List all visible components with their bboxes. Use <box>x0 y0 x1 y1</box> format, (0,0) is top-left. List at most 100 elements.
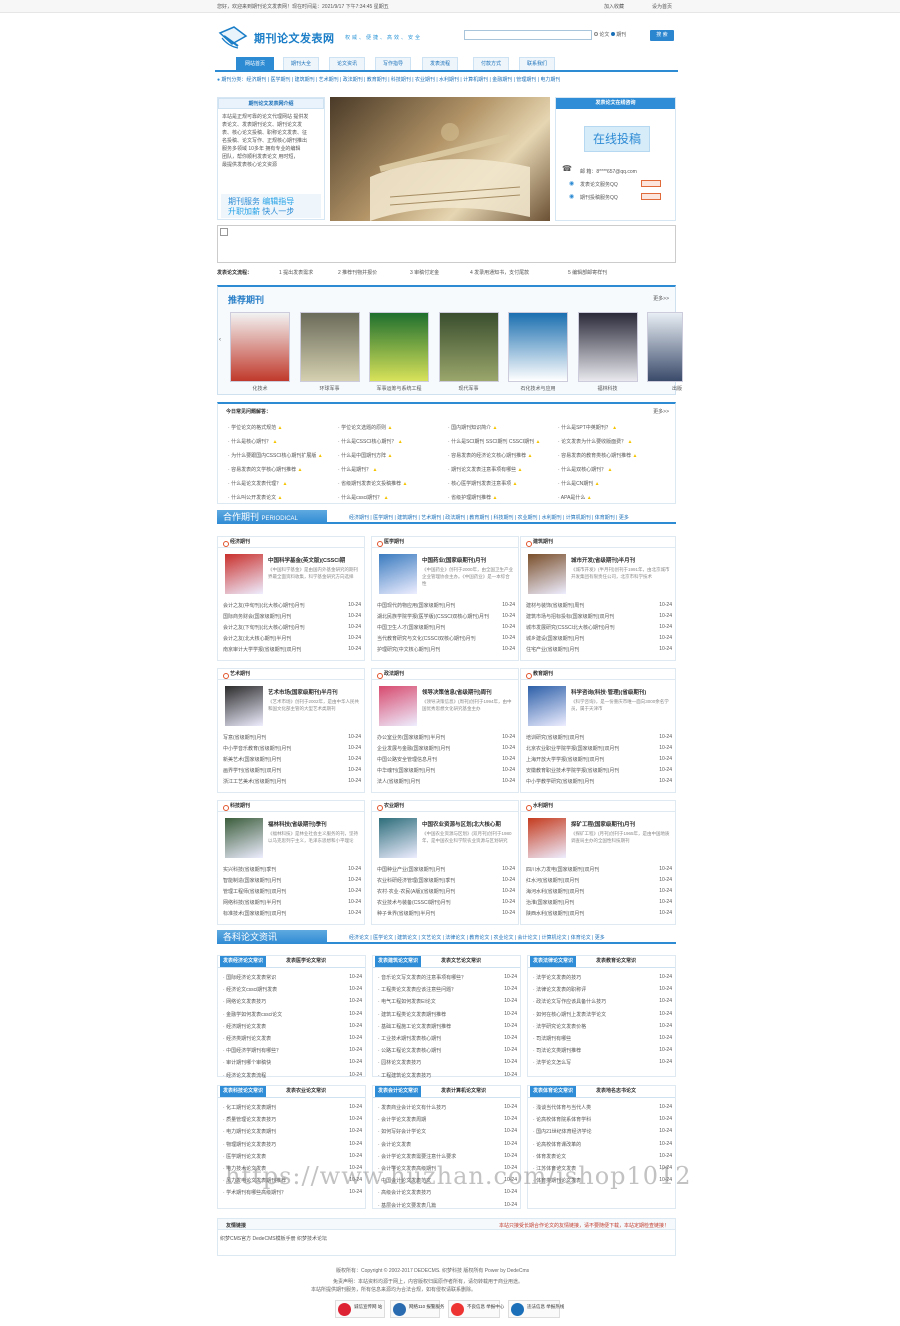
journal-link[interactable]: 实兴科技(省级期刊)季刊 <box>223 867 276 873</box>
faq-item[interactable]: · 什么是SPT中英期刊？ ▲ <box>558 424 617 431</box>
faq-item[interactable]: · 国内期刊知识简介 ▲ <box>448 424 497 431</box>
journal-list-item[interactable]: 中国现代药物应用(国家级期刊)月刊 10-24 <box>377 602 515 609</box>
journal-list-item[interactable]: 建材与装饰(省级期刊)周刊 10-24 <box>526 602 672 609</box>
faq-item[interactable]: · 省级护理期刊推荐 ▲ <box>448 494 497 501</box>
journal-list-item[interactable]: 红水河(省级期刊)双月刊 10-24 <box>526 877 672 884</box>
faq-item[interactable]: · 什么是SCI期刊 SSCI期刊 CSSCI期刊 ▲ <box>448 438 540 445</box>
journal-link[interactable]: 中华魂刊(国家级期刊)月刊 <box>377 768 435 774</box>
journal-list-item[interactable]: 城市发展研究(CSSCI北大核心期刊)月刊 10-24 <box>526 624 672 631</box>
journal-link[interactable]: 写意(省级期刊)月刊 <box>223 735 266 741</box>
faq-link[interactable]: APA是什么 <box>561 495 586 501</box>
journal-list-item[interactable]: 治淮(国家级期刊)月刊 10-24 <box>526 899 672 906</box>
journal-link[interactable]: 当代教育研究与文化(CSSCI双核心期刊)月刊 <box>377 636 476 642</box>
journal-list-item[interactable]: 中小学音乐教育(省级期刊)月刊 10-24 <box>223 745 361 752</box>
nav-payment[interactable]: 付款方式 <box>473 57 509 70</box>
article-list-item[interactable]: · 工程类论文发表应该注意些问题？ 10-24 <box>378 986 517 993</box>
faq-item[interactable]: · 什么是cssci期刊？ ▲ <box>338 494 389 501</box>
article-list-item[interactable]: · 高级会计论文发表技巧 10-24 <box>378 1189 517 1196</box>
journal-list-item[interactable]: 四川水力发电(国家级期刊)双月刊 10-24 <box>526 866 672 873</box>
article-list-item[interactable]: · 金融学如何发表cssci论文 10-24 <box>223 1011 362 1018</box>
article-link[interactable]: 工业技术期刊发表核心期刊 <box>381 1036 441 1042</box>
journal-list-item[interactable]: 办公室业务(国家级期刊)半月刊 10-24 <box>377 734 515 741</box>
article-link[interactable]: 电力期刊论文发表期刊 <box>226 1129 276 1135</box>
article-link[interactable]: 会计学论文发表需要注意什么要求 <box>381 1154 456 1160</box>
coop-category-links[interactable]: 经济期刊 | 医学期刊 | 建筑期刊 | 艺术期刊 | 政法期刊 | 教育期刊 … <box>349 514 629 521</box>
faq-link[interactable]: 容易发表的文学核心期刊推荐 <box>231 467 296 473</box>
article-link[interactable]: 国内21世纪体育经济学论 <box>536 1129 592 1135</box>
faq-link[interactable]: 核心医学期刊发表注意事项 <box>451 481 511 487</box>
journal-link[interactable]: 中国现代药物应用(国家级期刊)月刊 <box>377 603 455 609</box>
nav-home[interactable]: 网站首页 <box>236 57 274 70</box>
faq-more-link[interactable]: 更多>> <box>653 408 669 415</box>
tab-inactive[interactable]: 发表文艺论文常识 <box>438 956 484 967</box>
article-list-item[interactable]: · 医学期刊论文发表 10-24 <box>223 1153 362 1160</box>
article-link[interactable]: 金融学如何发表cssci论文 <box>226 1012 282 1018</box>
featured-journal-title[interactable]: 领导决策信息(省级期刊)周刊 <box>422 688 492 696</box>
article-list-item[interactable]: · 法学论文怎么写 10-24 <box>533 1059 672 1066</box>
journal-list-item[interactable]: 智能制造(国家级期刊)月刊 10-24 <box>223 877 361 884</box>
article-list-item[interactable]: · 政法论文写作应该具备什么技巧 10-24 <box>533 998 672 1005</box>
journal-cover-title[interactable]: 福林科技 <box>578 385 638 392</box>
faq-item[interactable]: · APA是什么 ▲ <box>558 494 592 501</box>
journal-cover-title[interactable]: 石化技术与应用 <box>508 385 568 392</box>
tab-inactive[interactable]: 发表计算机论文常识 <box>438 1086 489 1097</box>
faq-item[interactable]: · 什么是CN期刊 ▲ <box>558 480 600 487</box>
article-link[interactable]: 中国经济学期刊有哪些？ <box>226 1048 281 1054</box>
search-input[interactable] <box>464 30 592 40</box>
article-list-item[interactable]: · 物理期刊论文发表技巧 10-24 <box>223 1141 362 1148</box>
qq-chat-button-2[interactable] <box>641 193 661 200</box>
journal-cover[interactable] <box>299 312 360 382</box>
journal-link[interactable]: 中国种业产业(国家级期刊)月刊 <box>377 867 445 873</box>
journal-list-item[interactable]: 中华魂刊(国家级期刊)月刊 10-24 <box>377 767 515 774</box>
book-photo-banner[interactable] <box>330 97 550 221</box>
radio-paper-label[interactable]: 论文 <box>599 32 609 38</box>
journal-list-item[interactable]: 企业发展与金融(国家级期刊)月刊 10-24 <box>377 745 515 752</box>
article-list-item[interactable]: · 论高校体育课改革的 10-24 <box>533 1141 672 1148</box>
article-list-item[interactable]: · 经济期刊论文发表 10-24 <box>223 1023 362 1030</box>
article-list-item[interactable]: · 质量管理论文发表技巧 10-24 <box>223 1116 362 1123</box>
faq-item[interactable]: · 为什么要跟国内CSSCI核心期刊扩展版 ▲ <box>228 452 323 459</box>
article-link[interactable]: 如何写好会计学论文 <box>381 1129 426 1135</box>
journal-link[interactable]: 北京农业职业学院学报(国家级期刊)双月刊 <box>526 746 619 752</box>
journal-list-item[interactable]: 种子世界(省级期刊)半月刊 10-24 <box>377 910 515 917</box>
faq-item[interactable]: · 什么是期刊？ ▲ <box>338 466 377 473</box>
article-link[interactable]: 经济类期刊论文发表 <box>226 1036 271 1042</box>
article-list-item[interactable]: · 浅谈当代体育与当代人类 10-24 <box>533 1104 672 1111</box>
journal-link[interactable]: 陕西水利(省级期刊)双月刊 <box>526 911 584 917</box>
article-list-item[interactable]: · 电气工程如何发表EI论文 10-24 <box>378 998 517 1005</box>
article-link[interactable]: 体育发表论文 <box>536 1154 566 1160</box>
faq-item[interactable]: · 学位论文选题的原则 ▲ <box>338 424 392 431</box>
journal-cover[interactable] <box>577 312 638 382</box>
article-list-item[interactable]: · 经济论文发表流程 10-24 <box>223 1072 362 1079</box>
search-button[interactable]: 搜 索 <box>650 30 674 41</box>
article-list-item[interactable]: · 论高校体育院系体育学科 10-24 <box>533 1116 672 1123</box>
faq-item[interactable]: · 核心医学期刊发表注意事项 ▲ <box>448 480 517 487</box>
tab-active[interactable]: 发表法律论文常识 <box>530 956 577 967</box>
article-link[interactable]: 审计期刊哪个审稿快 <box>226 1060 271 1066</box>
badge-credit[interactable]: 诚信宣传网 站 <box>335 1300 385 1318</box>
featured-journal-title[interactable]: 艺术市场(国家级期刊)半月刊 <box>268 688 338 696</box>
badge-report[interactable]: 不良信息 举报中心 <box>448 1300 504 1318</box>
article-link[interactable]: 会计学论文发表周期 <box>381 1117 426 1123</box>
article-list-item[interactable]: · 法学论文发表的技巧 10-24 <box>533 974 672 981</box>
article-list-item[interactable]: · 电力期刊论文发表期刊 10-24 <box>223 1128 362 1135</box>
featured-journal-title[interactable]: 福林科技(省级期刊)季刊 <box>268 820 327 828</box>
faq-link[interactable]: 省级期刊发表论文投稿推荐 <box>341 481 401 487</box>
set-homepage-link[interactable]: 设为首页 <box>652 3 672 10</box>
journal-list-item[interactable]: 农业科研经济管理(国家级期刊)季刊 10-24 <box>377 877 515 884</box>
journal-link[interactable]: 护理研究(中文核心期刊)月刊 <box>377 647 440 653</box>
article-link[interactable]: 论高校体育课改革的 <box>536 1142 581 1148</box>
tab-active[interactable]: 发表建筑论文常识 <box>375 956 422 967</box>
journal-link[interactable]: 新美艺术(国家级期刊)月刊 <box>223 757 281 763</box>
article-link[interactable]: 法律论文发表的职称评 <box>536 987 586 993</box>
faq-item[interactable]: · 学位论文的格式规范 ▲ <box>228 424 282 431</box>
journal-link[interactable]: 企业发展与金融(国家级期刊)月刊 <box>377 746 450 752</box>
journal-list-item[interactable]: 中国种业产业(国家级期刊)月刊 10-24 <box>377 866 515 873</box>
article-list-item[interactable]: · 如何在核心期刊上发表法学论文 10-24 <box>533 1011 672 1018</box>
journal-link[interactable]: 办公室业务(国家级期刊)半月刊 <box>377 735 445 741</box>
journal-list-item[interactable]: 中国公路安全管理信息月刊 10-24 <box>377 756 515 763</box>
journal-list-item[interactable]: 会计之友(北大核心期刊)半月刊 10-24 <box>223 635 361 642</box>
journal-link[interactable]: 住宅产业(省级期刊)月刊 <box>526 647 579 653</box>
article-link[interactable]: 高级会计论文发表技巧 <box>381 1190 431 1196</box>
journal-list-item[interactable]: 培训研究(省级期刊)双月刊 10-24 <box>526 734 672 741</box>
